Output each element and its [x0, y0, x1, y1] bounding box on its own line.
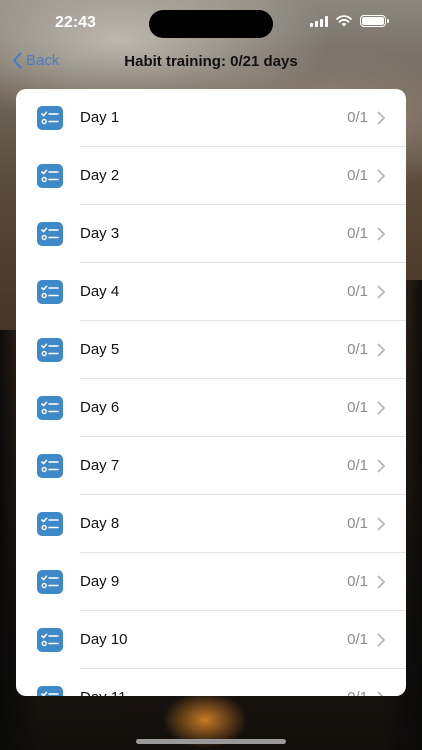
day-progress-count: 0/1: [347, 109, 368, 126]
day-progress-count: 0/1: [347, 225, 368, 242]
chevron-right-icon: [377, 517, 385, 531]
chevron-right-icon: [377, 575, 385, 589]
day-label: Day 9: [80, 573, 120, 590]
list-item[interactable]: Day 2 0/1: [16, 147, 406, 205]
status-time: 22:43: [55, 14, 96, 31]
chevron-right-icon: [377, 111, 385, 125]
status-icons: [310, 15, 389, 27]
list-item[interactable]: Day 4 0/1: [16, 263, 406, 321]
list-item[interactable]: Day 9 0/1: [16, 553, 406, 611]
list-item[interactable]: Day 11 0/1: [16, 669, 406, 696]
chevron-right-icon: [377, 169, 385, 183]
chevron-right-icon: [377, 285, 385, 299]
day-progress-count: 0/1: [347, 573, 368, 590]
list-item[interactable]: Day 1 0/1: [16, 89, 406, 147]
list-item[interactable]: Day 6 0/1: [16, 379, 406, 437]
day-progress-count: 0/1: [347, 399, 368, 416]
page-title: Habit training: 0/21 days: [124, 53, 298, 70]
checklist-icon: [37, 570, 63, 594]
day-progress-count: 0/1: [347, 515, 368, 532]
battery-icon: [360, 15, 389, 27]
days-list: Day 1 0/1 Day 2 0/1 Day 3 0/1 Day 4 0/1 …: [16, 89, 406, 696]
checklist-icon: [37, 396, 63, 420]
chevron-right-icon: [377, 227, 385, 241]
day-label: Day 5: [80, 341, 120, 358]
chevron-right-icon: [377, 633, 385, 647]
home-indicator: [136, 739, 286, 744]
day-progress-count: 0/1: [347, 457, 368, 474]
checklist-icon: [37, 280, 63, 304]
checklist-icon: [37, 686, 63, 696]
dynamic-island: [149, 10, 273, 38]
chevron-right-icon: [377, 691, 384, 696]
checklist-icon: [37, 512, 63, 536]
checklist-icon: [37, 628, 63, 652]
day-label: Day 1: [80, 109, 120, 126]
checklist-icon: [37, 338, 63, 362]
checklist-icon: [37, 454, 63, 478]
wifi-icon: [336, 15, 352, 27]
day-progress-count: 0/1: [347, 631, 368, 648]
navigation-bar: Back Habit training: 0/21 days: [0, 46, 422, 76]
day-progress-count: 0/1: [347, 167, 368, 184]
list-item[interactable]: Day 10 0/1: [16, 611, 406, 669]
day-label: Day 3: [80, 225, 120, 242]
day-label: Day 11: [80, 689, 126, 696]
day-progress-count: 0/1: [347, 341, 368, 358]
status-bar: 22:43: [0, 0, 422, 46]
list-item[interactable]: Day 3 0/1: [16, 205, 406, 263]
chevron-right-icon: [377, 459, 385, 473]
list-item[interactable]: Day 7 0/1: [16, 437, 406, 495]
cellular-signal-icon: [310, 15, 328, 27]
day-label: Day 2: [80, 167, 120, 184]
day-progress-count: 0/1: [347, 689, 368, 696]
day-label: Day 8: [80, 515, 120, 532]
checklist-icon: [37, 222, 63, 246]
list-item[interactable]: Day 5 0/1: [16, 321, 406, 379]
checklist-icon: [37, 106, 63, 130]
day-label: Day 6: [80, 399, 120, 416]
checklist-icon: [37, 164, 63, 188]
day-progress-count: 0/1: [347, 283, 368, 300]
day-label: Day 4: [80, 283, 120, 300]
chevron-right-icon: [377, 401, 385, 415]
list-item[interactable]: Day 8 0/1: [16, 495, 406, 553]
day-label: Day 7: [80, 457, 120, 474]
day-label: Day 10: [80, 631, 128, 648]
chevron-right-icon: [377, 343, 385, 357]
